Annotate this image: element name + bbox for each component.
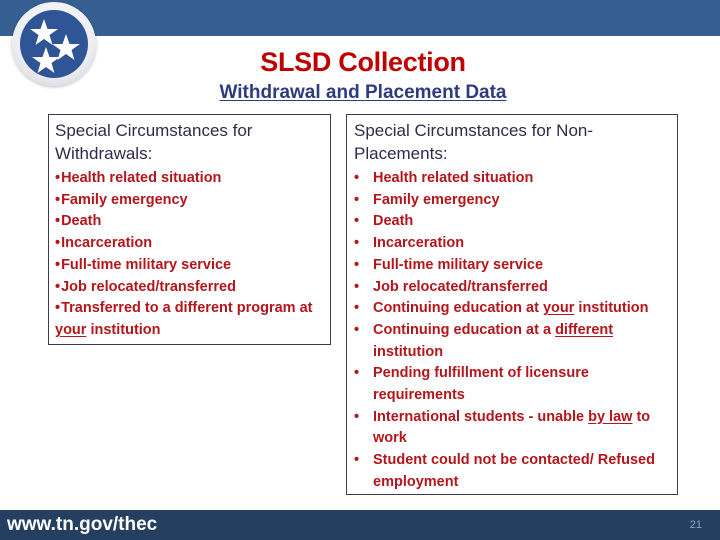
bullet-icon: • [55, 278, 61, 295]
page-subtitle: Withdrawal and Placement Data [219, 82, 507, 103]
list-item-text: Health related situation [373, 170, 534, 186]
list-item: •Transferred to a different program at y… [55, 298, 324, 341]
non-placements-box: Special Circumstances for Non-Placements… [346, 114, 678, 495]
list-item: •Job relocated/transferred [55, 277, 324, 299]
list-item: • Continuing education at your institutio… [354, 298, 671, 320]
bullet-icon: • [354, 213, 360, 230]
bullet-icon: • [354, 452, 360, 469]
bullet-icon: • [55, 213, 61, 230]
list-item-text: Pending fulfillment of licensure require… [373, 365, 589, 404]
bullet-icon: • [354, 278, 360, 295]
bullet-icon: • [354, 256, 360, 273]
list-item: •Family emergency [55, 190, 324, 212]
list-item-text: Death [373, 213, 414, 230]
list-item-text: institution [373, 343, 444, 360]
list-item-text: Family emergency [61, 191, 188, 208]
underlined-emphasis: different [555, 321, 614, 338]
list-item-text: Student could not be contacted/ Refused … [373, 452, 655, 490]
bullet-icon: • [55, 235, 61, 252]
star-top-left [30, 19, 58, 45]
list-item-text: Health related situation [61, 170, 222, 186]
list-item: • Full-time military service [354, 255, 671, 277]
underlined-emphasis: by law [588, 408, 633, 425]
list-item: • Pending fulfillment of licensure requir… [354, 363, 671, 406]
bullet-icon: • [354, 170, 360, 186]
withdrawals-box: Special Circumstances for Withdrawals: •… [48, 114, 331, 345]
list-item-text: Job relocated/transferred [61, 278, 236, 295]
bullet-icon: • [354, 408, 360, 425]
footer-bar: www.tn.gov/thec 21 [0, 510, 720, 540]
list-item: • Death [354, 211, 671, 233]
list-item-text: Family emergency [373, 191, 500, 208]
list-item-text: Continuing education at [373, 300, 543, 317]
page-title: SLSD Collection [260, 47, 466, 77]
list-item-text: Incarceration [373, 235, 465, 252]
bullet-icon: • [354, 235, 360, 252]
list-item-text: Transferred to a different program at [61, 300, 313, 317]
slide: SLSD Collection Withdrawal and Placement… [0, 0, 720, 540]
list-item-text: International students - unable [373, 408, 589, 425]
list-item: • International students - unable by law … [354, 407, 671, 450]
bullet-icon: • [55, 256, 61, 273]
bullet-icon: • [354, 191, 360, 208]
list-item: • Family emergency [354, 190, 671, 212]
top-banner [0, 0, 720, 36]
list-item: • Continuing education at a different ins… [354, 320, 671, 363]
footer-url-link[interactable]: www.tn.gov/thec [7, 513, 157, 537]
list-item-text: Full-time military service [373, 256, 544, 273]
list-item: •Health related situation [55, 168, 324, 190]
list-item: • Incarceration [354, 233, 671, 255]
bullet-icon: • [354, 321, 360, 338]
list-item: • Job relocated/transferred [354, 277, 671, 299]
bullet-icon: • [354, 300, 360, 317]
list-item-text: Full-time military service [61, 256, 232, 273]
withdrawals-heading: Special Circumstances for Withdrawals: [55, 121, 253, 163]
list-item-text: Incarceration [61, 235, 153, 252]
list-item: • Health related situation [354, 168, 671, 190]
list-item: • Student could not be contacted/ Refused… [354, 450, 671, 493]
page-number: 21 [689, 519, 702, 531]
list-item-text: Continuing education at a [373, 321, 556, 338]
non-placements-list: • Health related situation • Family emergen… [354, 168, 671, 494]
list-item-text: institution [86, 321, 161, 338]
bullet-icon: • [55, 170, 61, 186]
list-item-text: Death [61, 213, 102, 230]
bullet-icon: • [55, 300, 61, 317]
withdrawals-list: •Health related situation •Family emergen… [55, 168, 324, 342]
underlined-emphasis: your [55, 321, 87, 338]
non-placements-heading: Special Circumstances for Non-Placements… [354, 121, 594, 163]
list-item-text: institution [574, 300, 649, 317]
list-item: •Full-time military service [55, 255, 324, 277]
list-item-text: Job relocated/transferred [373, 278, 548, 295]
list-item: •Incarceration [55, 233, 324, 255]
bullet-icon: • [354, 365, 360, 382]
bullet-icon: • [55, 191, 61, 208]
list-item: •Death [55, 211, 324, 233]
underlined-emphasis: your [542, 300, 575, 317]
